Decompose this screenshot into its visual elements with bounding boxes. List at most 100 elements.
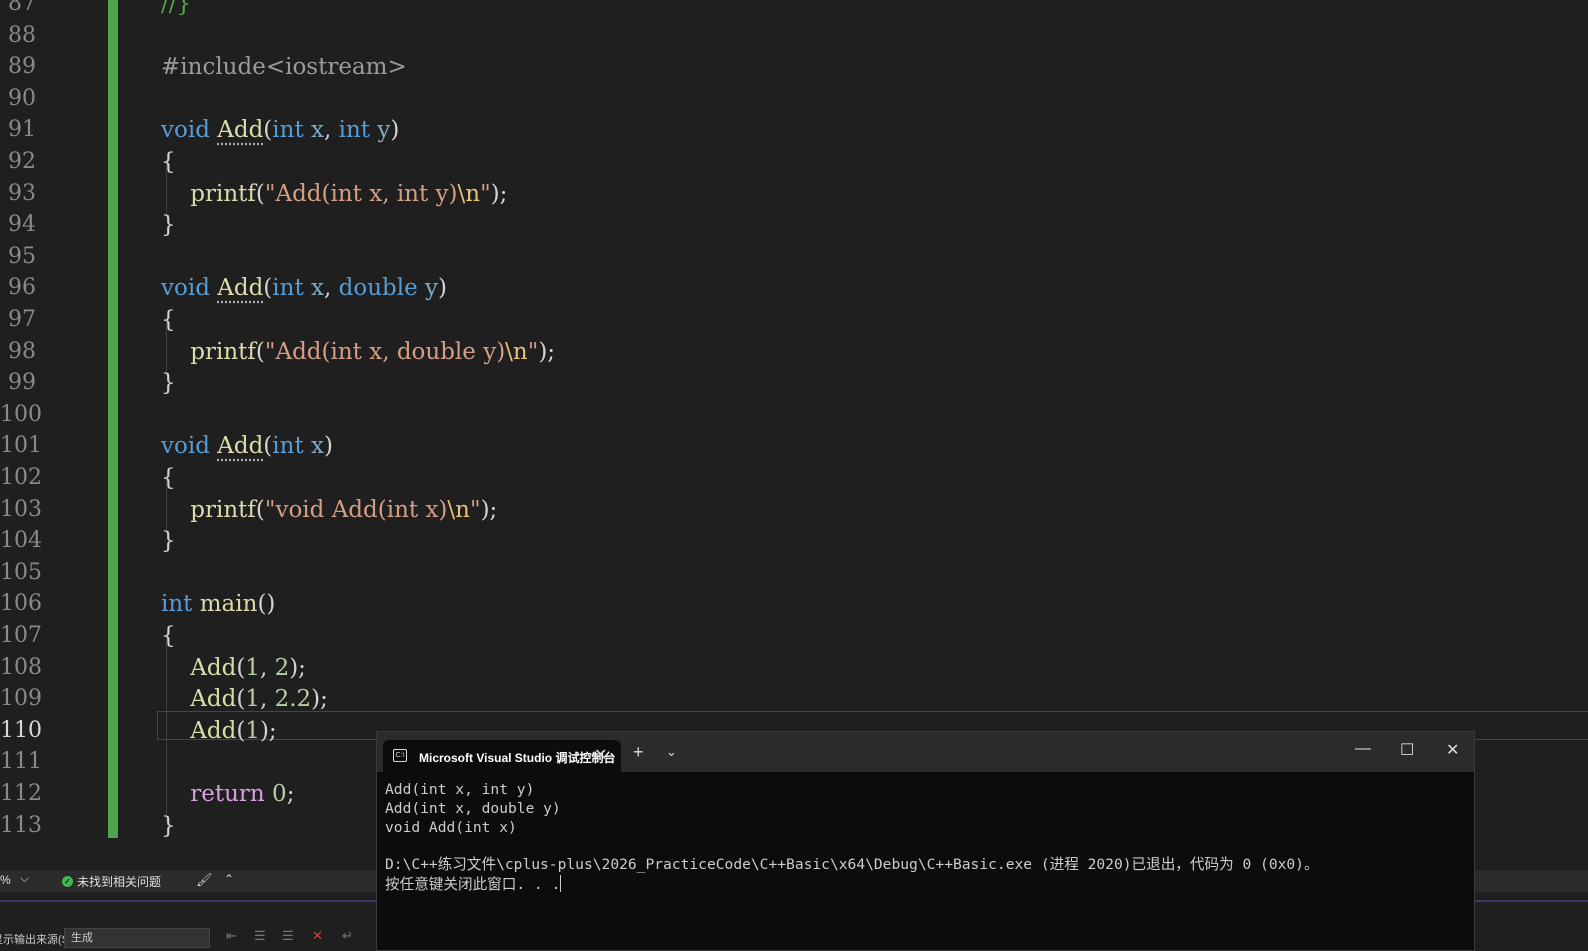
code-token: void xyxy=(161,433,210,460)
code-line[interactable]: 88 xyxy=(0,20,1588,52)
code-text: } xyxy=(161,370,176,397)
line-number: 109 xyxy=(0,686,42,712)
prev-message-icon[interactable]: ⇤ xyxy=(226,928,237,944)
code-line[interactable]: 108 Add(1, 2); xyxy=(0,652,1588,684)
output-source-select[interactable]: 生成 xyxy=(64,928,210,948)
align-left-icon[interactable]: ☰ xyxy=(254,928,266,944)
line-number: 93 xyxy=(8,180,36,206)
align-right-icon[interactable]: ☰ xyxy=(282,928,294,944)
line-number: 98 xyxy=(8,338,36,364)
maximize-icon[interactable]: ☐ xyxy=(1400,740,1414,760)
console-icon: C:\ xyxy=(393,749,407,762)
code-token: int xyxy=(338,117,371,144)
chevron-down-icon[interactable]: ⌄ xyxy=(666,744,677,760)
code-text: Add(1); xyxy=(190,717,277,744)
line-number: 107 xyxy=(0,623,42,648)
line-number: 110 xyxy=(0,717,42,743)
word-wrap-icon[interactable]: ↵ xyxy=(342,928,353,944)
console-line: void Add(int x) xyxy=(385,818,517,836)
code-token: y xyxy=(377,117,391,144)
close-icon[interactable]: ✕ xyxy=(1446,740,1459,760)
code-line[interactable]: 94} xyxy=(0,209,1588,241)
code-line[interactable]: 87 //} xyxy=(0,0,1588,20)
code-text: printf("Add(int x, double y)\n"); xyxy=(190,338,556,365)
line-number: 99 xyxy=(8,370,36,396)
code-line[interactable]: 109 Add(1, 2.2); xyxy=(0,683,1588,715)
console-line: Add(int x, int y) xyxy=(385,781,535,798)
code-line[interactable]: 102 { xyxy=(0,462,1588,494)
code-token: Add xyxy=(190,654,237,681)
code-line[interactable]: 92 { xyxy=(0,146,1588,178)
code-text: //} xyxy=(161,0,191,20)
line-number: 111 xyxy=(0,749,42,775)
zoom-level[interactable]: % xyxy=(0,873,11,887)
code-line[interactable]: 107 { xyxy=(0,620,1588,652)
line-number: 103 xyxy=(0,496,42,522)
check-circle-icon: ✓ xyxy=(62,876,73,887)
code-text: return 0; xyxy=(190,781,295,807)
code-token: x xyxy=(311,117,324,144)
text-caret xyxy=(560,874,562,892)
code-line[interactable]: 96 void Add(int x, double y) xyxy=(0,272,1588,304)
code-line[interactable]: 91 void Add(int x, int y) xyxy=(0,114,1588,146)
code-token: "void Add(int x) xyxy=(264,496,448,523)
line-number: 108 xyxy=(0,654,42,680)
code-text: printf("void Add(int x)\n"); xyxy=(190,496,498,523)
code-line[interactable]: 98 printf("Add(int x, double y)\n"); xyxy=(0,336,1588,368)
debug-console-window[interactable]: C:\ Microsoft Visual Studio 调试控制台 ✕ + ⌄ … xyxy=(376,731,1475,951)
code-line[interactable]: 99} xyxy=(0,367,1588,399)
line-number: 89 xyxy=(8,54,36,80)
code-token: int xyxy=(161,591,193,618)
code-token: printf xyxy=(190,496,256,523)
code-text: } xyxy=(161,212,176,239)
code-text: { xyxy=(161,307,176,333)
code-token: x xyxy=(311,275,324,302)
new-tab-icon[interactable]: + xyxy=(633,742,644,763)
code-cleanup-icon[interactable]: 🖌 xyxy=(196,872,213,888)
code-line[interactable]: 97 { xyxy=(0,304,1588,336)
line-number: 101 xyxy=(0,433,42,459)
minimize-icon[interactable]: — xyxy=(1355,740,1371,758)
code-line[interactable]: 104} xyxy=(0,525,1588,557)
code-line[interactable]: 101 void Add(int x) xyxy=(0,430,1588,462)
line-number: 87 xyxy=(8,0,36,16)
code-line[interactable]: 95 xyxy=(0,241,1588,273)
code-line[interactable]: 90 xyxy=(0,83,1588,115)
code-token: int xyxy=(272,433,304,460)
line-number: 90 xyxy=(8,85,36,111)
chevron-up-icon[interactable]: ⌃ xyxy=(224,872,234,886)
code-text: } xyxy=(161,528,176,555)
line-number: 100 xyxy=(0,401,42,427)
code-line[interactable]: 89 #include<iostream> xyxy=(0,51,1588,83)
code-token: Add xyxy=(190,717,237,744)
issues-indicator[interactable]: ✓ 未找到相关问题 xyxy=(62,873,161,890)
code-text: #include<iostream> xyxy=(161,51,407,83)
code-token: "Add(int x, int y) xyxy=(264,180,458,207)
code-token: Add xyxy=(217,275,264,302)
chevron-down-icon[interactable]: ⌵ xyxy=(20,871,29,886)
line-number: 104 xyxy=(0,528,42,554)
code-token: Add xyxy=(190,686,237,713)
code-token: y xyxy=(425,275,439,302)
code-text: Add(1, 2); xyxy=(190,654,306,681)
code-token: 2.2 xyxy=(274,686,312,713)
code-text: Add(1, 2.2); xyxy=(190,686,328,713)
code-token: 1 xyxy=(245,654,260,681)
code-token: 1 xyxy=(245,717,260,744)
code-token: \n xyxy=(457,180,481,207)
console-line: D:\C++练习文件\cplus-plus\2026_PracticeCode\… xyxy=(385,856,1319,874)
code-token: 2 xyxy=(274,654,290,681)
code-line[interactable]: 106 int main() xyxy=(0,588,1588,620)
line-number: 91 xyxy=(8,117,36,143)
code-line[interactable]: 100 xyxy=(0,399,1588,431)
code-token: #include<iostream> xyxy=(161,54,407,81)
code-text: void Add(int x) xyxy=(161,433,333,460)
close-tab-icon[interactable]: ✕ xyxy=(594,745,607,765)
console-tab[interactable]: C:\ Microsoft Visual Studio 调试控制台 ✕ xyxy=(383,740,621,772)
clear-all-icon[interactable]: ✕ xyxy=(312,928,323,944)
console-line: 按任意键关闭此窗口. . . xyxy=(385,875,561,893)
code-line[interactable]: 93 printf("Add(int x, int y)\n"); xyxy=(0,178,1588,210)
line-number: 97 xyxy=(8,307,36,332)
code-line[interactable]: 103 printf("void Add(int x)\n"); xyxy=(0,494,1588,526)
code-line[interactable]: 105 xyxy=(0,557,1588,589)
